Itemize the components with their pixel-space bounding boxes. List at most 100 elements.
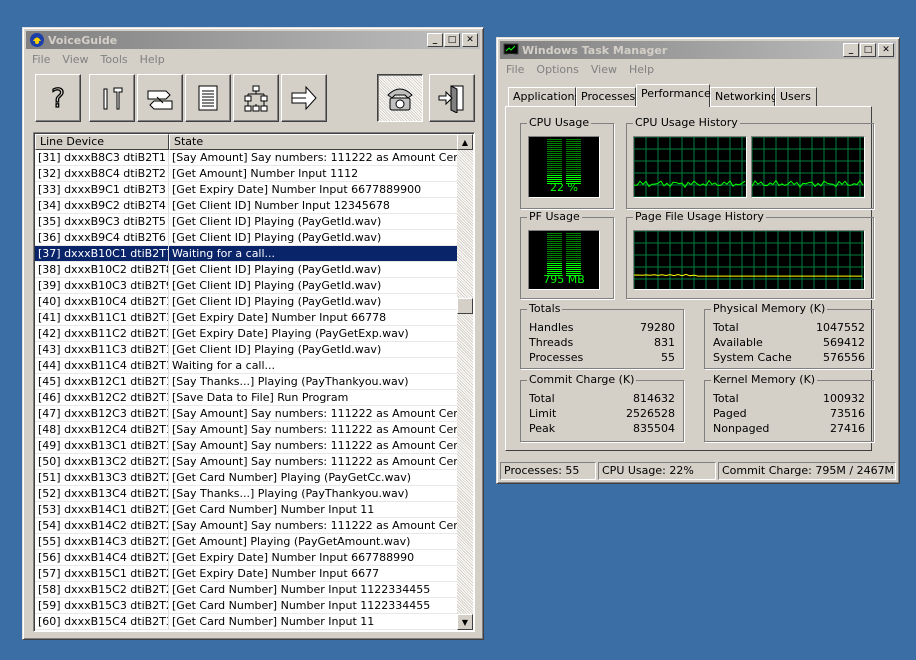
menu-view[interactable]: View [56,53,94,66]
line-device-cell: [59] dxxxB15C3 dtiB2T29 [35,598,169,613]
table-row[interactable]: [38] dxxxB10C2 dtiB2T8 [Get Client ID] Pl… [35,262,459,278]
forward-button[interactable] [281,74,327,122]
table-row[interactable]: [51] dxxxB13C3 dtiB2T21 [Get Card Number]… [35,470,459,486]
tab-performance[interactable]: Performance [636,84,711,107]
state-cell: [Get Card Number] Number Input 11 [172,615,375,628]
state-cell: [Say Amount] Say numbers: 111222 as Amou… [172,519,459,532]
pf-history-group: Page File Usage History [626,210,874,299]
stat-row: Paged 73516 [713,406,865,421]
stat-value: 100932 [823,392,865,405]
table-row[interactable]: [53] dxxxB14C1 dtiB2T23 [Get Card Number]… [35,502,459,518]
voiceguide-titlebar[interactable]: VoiceGuide _ □ ✕ [26,31,480,49]
stat-name: Nonpaged [713,422,770,435]
task-manager-app-icon [503,43,519,56]
stat-value: 835504 [633,422,675,435]
voiceguide-toolbar: ? [31,74,497,124]
status-bar: Processes: 55 CPU Usage: 22% Commit Char… [500,461,896,481]
table-row[interactable]: [41] dxxxB11C1 dtiB2T11 [Get Expiry Date]… [35,310,459,326]
pf-usage-group: PF Usage 795 MB [520,210,614,299]
task-manager-window: Windows Task Manager _ □ ✕ File Options … [496,37,900,484]
table-row[interactable]: [42] dxxxB11C2 dtiB2T12 [Get Expiry Date]… [35,326,459,342]
tm-menu-options[interactable]: Options [530,63,584,76]
line-device-cell: [40] dxxxB10C4 dtiB2T10 [35,294,169,309]
table-row[interactable]: [44] dxxxB11C4 dtiB2T14 Waiting for a cal… [35,358,459,374]
minimize-button[interactable]: _ [427,33,443,47]
table-row[interactable]: [39] dxxxB10C3 dtiB2T9 [Get Client ID] Pl… [35,278,459,294]
tm-menu-file[interactable]: File [500,63,530,76]
tools-button[interactable] [89,74,135,122]
vertical-scrollbar[interactable]: ▲ ▼ [457,134,473,630]
state-cell: [Save Data to File] Run Program [172,391,349,404]
voiceguide-app-icon [30,33,44,47]
table-row[interactable]: [35] dxxxB9C3 dtiB2T5 [Get Client ID] Pla… [35,214,459,230]
table-row[interactable]: [34] dxxxB9C2 dtiB2T4 [Get Client ID] Num… [35,198,459,214]
table-row[interactable]: [32] dxxxB8C4 dtiB2T2 [Get Amount] Number… [35,166,459,182]
table-row[interactable]: [31] dxxxB8C3 dtiB2T1 [Say Amount] Say nu… [35,150,459,166]
table-row[interactable]: [49] dxxxB13C1 dtiB2T19 [Say Amount] Say … [35,438,459,454]
state-cell: [Say Amount] Say numbers: 111222 as Amou… [172,439,459,452]
stat-name: Available [713,336,763,349]
scroll-up-button[interactable]: ▲ [457,134,473,150]
telephone-button[interactable] [377,74,423,122]
physical-memory-group: Physical Memory (K) Total 1047552 Availab… [704,302,874,369]
stat-name: Handles [529,321,574,334]
line-device-cell: [36] dxxxB9C4 dtiB2T6 [35,230,169,245]
state-cell: [Get Client ID] Playing (PayGetId.wav) [172,231,382,244]
line-device-cell: [37] dxxxB10C1 dtiB2T7 [35,246,169,261]
table-row[interactable]: [57] dxxxB15C1 dtiB2T27 [Get Expiry Date]… [35,566,459,582]
table-row[interactable]: [48] dxxxB12C4 dtiB2T18 [Say Amount] Say … [35,422,459,438]
pf-usage-label: PF Usage [527,210,582,223]
column-header-state[interactable]: State [169,134,459,150]
table-row[interactable]: [40] dxxxB10C4 dtiB2T10 [Get Client ID] P… [35,294,459,310]
table-row[interactable]: [33] dxxxB9C1 dtiB2T3 [Get Expiry Date] N… [35,182,459,198]
scroll-thumb[interactable] [457,298,473,314]
help-button[interactable]: ? [35,74,81,122]
flowchart-button[interactable] [233,74,279,122]
table-row[interactable]: [60] dxxxB15C4 dtiB2T30 [Get Card Number]… [35,614,459,630]
tm-menu-view[interactable]: View [585,63,623,76]
table-row[interactable]: [52] dxxxB13C4 dtiB2T22 [Say Thanks...] P… [35,486,459,502]
line-device-cell: [31] dxxxB8C3 dtiB2T1 [35,150,169,165]
routing-button[interactable] [137,74,183,122]
tm-minimize-button[interactable]: _ [843,43,859,57]
task-manager-title: Windows Task Manager [522,43,668,57]
voiceguide-title: VoiceGuide [48,33,118,47]
tab-applications[interactable]: Applications [508,87,580,106]
line-device-list[interactable]: Line Device State [31] dxxxB8C3 dtiB2T1[… [33,132,475,632]
maximize-button[interactable]: □ [444,33,460,47]
state-cell: [Say Amount] Say numbers: 111222 as Amou… [172,455,459,468]
close-button[interactable]: ✕ [462,33,478,47]
table-row[interactable]: [54] dxxxB14C2 dtiB2T24 [Say Amount] Say … [35,518,459,534]
tm-close-button[interactable]: ✕ [878,43,894,57]
stat-value: 576556 [823,351,865,364]
tab-networking[interactable]: Networking [710,87,778,106]
line-device-cell: [54] dxxxB14C2 dtiB2T24 [35,518,169,533]
table-row[interactable]: [36] dxxxB9C4 dtiB2T6 [Get Client ID] Pla… [35,230,459,246]
tab-processes[interactable]: Processes [576,87,636,106]
menu-tools[interactable]: Tools [95,53,134,66]
table-row[interactable]: [43] dxxxB11C3 dtiB2T13 [Get Client ID] P… [35,342,459,358]
menu-file[interactable]: File [26,53,56,66]
menu-help[interactable]: Help [134,53,171,66]
table-row[interactable]: [55] dxxxB14C3 dtiB2T25 [Get Amount] Play… [35,534,459,550]
column-header-line-device[interactable]: Line Device [35,134,169,150]
exit-button[interactable] [429,74,475,122]
scroll-down-button[interactable]: ▼ [457,614,473,630]
tab-users[interactable]: Users [775,87,817,106]
table-row[interactable]: [59] dxxxB15C3 dtiB2T29 [Get Card Number]… [35,598,459,614]
tm-menu-help[interactable]: Help [623,63,660,76]
tm-maximize-button[interactable]: □ [860,43,876,57]
table-row[interactable]: [37] dxxxB10C1 dtiB2T7 Waiting for a call… [35,246,459,262]
document-list-button[interactable] [185,74,231,122]
table-row[interactable]: [47] dxxxB12C3 dtiB2T17 [Say Amount] Say … [35,406,459,422]
table-row[interactable]: [58] dxxxB15C2 dtiB2T28 [Get Card Number]… [35,582,459,598]
table-row[interactable]: [50] dxxxB13C2 dtiB2T20 [Say Amount] Say … [35,454,459,470]
line-device-cell: [42] dxxxB11C2 dtiB2T12 [35,326,169,341]
table-row[interactable]: [45] dxxxB12C1 dtiB2T15 [Say Thanks...] P… [35,374,459,390]
table-row[interactable]: [56] dxxxB14C4 dtiB2T26 [Get Expiry Date]… [35,550,459,566]
svg-text:?: ? [51,84,65,113]
stat-value: 55 [661,351,675,364]
table-row[interactable]: [46] dxxxB12C2 dtiB2T16 [Save Data to Fil… [35,390,459,406]
arrow-right-icon [291,85,317,111]
task-manager-titlebar[interactable]: Windows Task Manager _ □ ✕ [500,41,896,59]
